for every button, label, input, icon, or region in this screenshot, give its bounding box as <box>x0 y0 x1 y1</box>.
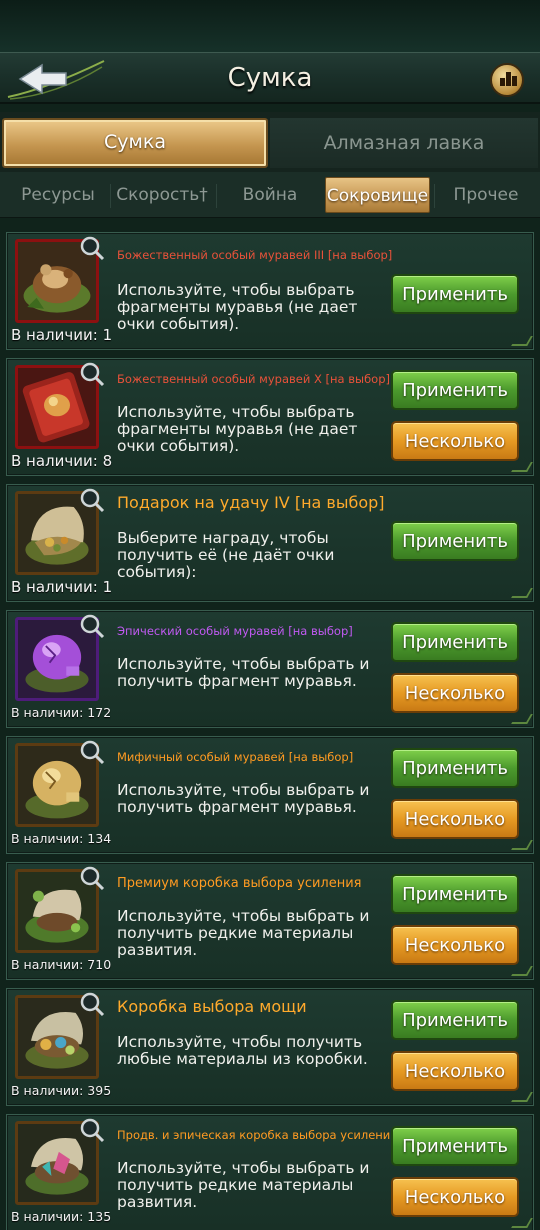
multiple-button[interactable]: Несколько <box>391 673 519 713</box>
corner-leaf-decor <box>511 336 533 346</box>
corner-leaf-decor <box>511 840 533 850</box>
multiple-button[interactable]: Несколько <box>391 1177 519 1217</box>
quantity-label: В наличии: 1 <box>11 578 113 596</box>
header-bar: Сумка <box>0 52 540 104</box>
quantity-label: В наличии: 395 <box>11 1083 112 1098</box>
item-description: Используйте, чтобы выбрать и получить фр… <box>117 781 370 816</box>
multiple-button[interactable]: Несколько <box>391 799 519 839</box>
item-description: Выберите награду, чтобы получить её (не … <box>117 529 335 581</box>
magnifier-icon[interactable] <box>79 235 105 261</box>
list-item: В наличии: 395 Коробка выбора мощи Испол… <box>6 988 534 1106</box>
item-description: Используйте, чтобы выбрать и получить фр… <box>117 655 370 690</box>
tab-diamond-shop[interactable]: Алмазная лавка <box>270 118 538 168</box>
item-description: Используйте, чтобы выбрать фрагменты мур… <box>117 403 358 455</box>
apply-button[interactable]: Применить <box>391 748 519 788</box>
category-tabs: Ресурсы Скорость† Война Сокровище Прочее <box>0 172 540 218</box>
item-name: Коробка выбора мощи <box>117 997 307 1016</box>
tab-divider <box>216 184 217 208</box>
apply-button[interactable]: Применить <box>391 1000 519 1040</box>
quantity-label: В наличии: 8 <box>11 452 113 470</box>
tab-other[interactable]: Прочее <box>436 177 536 213</box>
item-name: Премиум коробка выбора усиления <box>117 876 362 891</box>
corner-leaf-decor <box>511 1218 533 1228</box>
tab-divider <box>434 184 435 208</box>
item-description: Используйте, чтобы выбрать и получить ре… <box>117 907 370 959</box>
top-decor <box>0 0 540 52</box>
item-name: Мифичный особый муравей [на выбор] <box>117 750 354 764</box>
quantity-label: В наличии: 1 <box>11 326 113 344</box>
multiple-button[interactable]: Несколько <box>391 421 519 461</box>
item-description: Используйте, чтобы получить любые матери… <box>117 1033 368 1068</box>
multiple-button[interactable]: Несколько <box>391 1051 519 1091</box>
list-item: В наличии: 135 Продв. и эпическая коробк… <box>6 1114 534 1230</box>
apply-button[interactable]: Применить <box>391 1126 519 1166</box>
corner-leaf-decor <box>511 462 533 472</box>
tab-bag[interactable]: Сумка <box>2 118 268 168</box>
tab-divider <box>110 184 111 208</box>
list-item: В наличии: 8 Божественный особый муравей… <box>6 358 534 476</box>
page-title: Сумка <box>227 63 313 93</box>
multiple-button[interactable]: Несколько <box>391 925 519 965</box>
quantity-label: В наличии: 710 <box>11 957 112 972</box>
tab-treasure[interactable]: Сокровище <box>325 177 430 213</box>
apply-button[interactable]: Применить <box>391 521 519 561</box>
item-name: Подарок на удачу IV [на выбор] <box>117 493 385 512</box>
item-name: Продв. и эпическая коробка выбора усилен… <box>117 1128 398 1142</box>
apply-button[interactable]: Применить <box>391 370 519 410</box>
list-item: В наличии: 1 Божественный особый муравей… <box>6 232 534 350</box>
quantity-label: В наличии: 134 <box>11 831 112 846</box>
corner-leaf-decor <box>511 966 533 976</box>
list-item: В наличии: 134 Мифичный особый муравей [… <box>6 736 534 854</box>
item-description: Используйте, чтобы выбрать фрагменты мур… <box>117 281 358 333</box>
magnifier-icon[interactable] <box>79 865 105 891</box>
ranking-icon[interactable] <box>490 63 524 97</box>
list-item: В наличии: 710 Премиум коробка выбора ус… <box>6 862 534 980</box>
item-name: Божественный особый муравей III [на выбо… <box>117 248 393 262</box>
corner-leaf-decor <box>511 714 533 724</box>
item-description: Используйте, чтобы выбрать и получить ре… <box>117 1159 370 1211</box>
apply-button[interactable]: Применить <box>391 874 519 914</box>
tab-speed[interactable]: Скорость† <box>112 177 212 213</box>
list-item: В наличии: 172 Эпический особый муравей … <box>6 610 534 728</box>
magnifier-icon[interactable] <box>79 361 105 387</box>
apply-button[interactable]: Применить <box>391 274 519 314</box>
magnifier-icon[interactable] <box>79 487 105 513</box>
tab-resources[interactable]: Ресурсы <box>8 177 108 213</box>
item-name: Божественный особый муравей X [на выбор] <box>117 372 391 386</box>
magnifier-icon[interactable] <box>79 991 105 1017</box>
apply-button[interactable]: Применить <box>391 622 519 662</box>
quantity-label: В наличии: 135 <box>11 1209 112 1224</box>
tab-war[interactable]: Война <box>220 177 320 213</box>
list-item: В наличии: 1 Подарок на удачу IV [на выб… <box>6 484 534 602</box>
magnifier-icon[interactable] <box>79 613 105 639</box>
corner-leaf-decor <box>511 588 533 598</box>
magnifier-icon[interactable] <box>79 739 105 765</box>
magnifier-icon[interactable] <box>79 1117 105 1143</box>
corner-leaf-decor <box>511 1092 533 1102</box>
item-name: Эпический особый муравей [на выбор] <box>117 624 353 638</box>
quantity-label: В наличии: 172 <box>11 705 112 720</box>
main-tabs: Сумка Алмазная лавка <box>0 112 540 172</box>
